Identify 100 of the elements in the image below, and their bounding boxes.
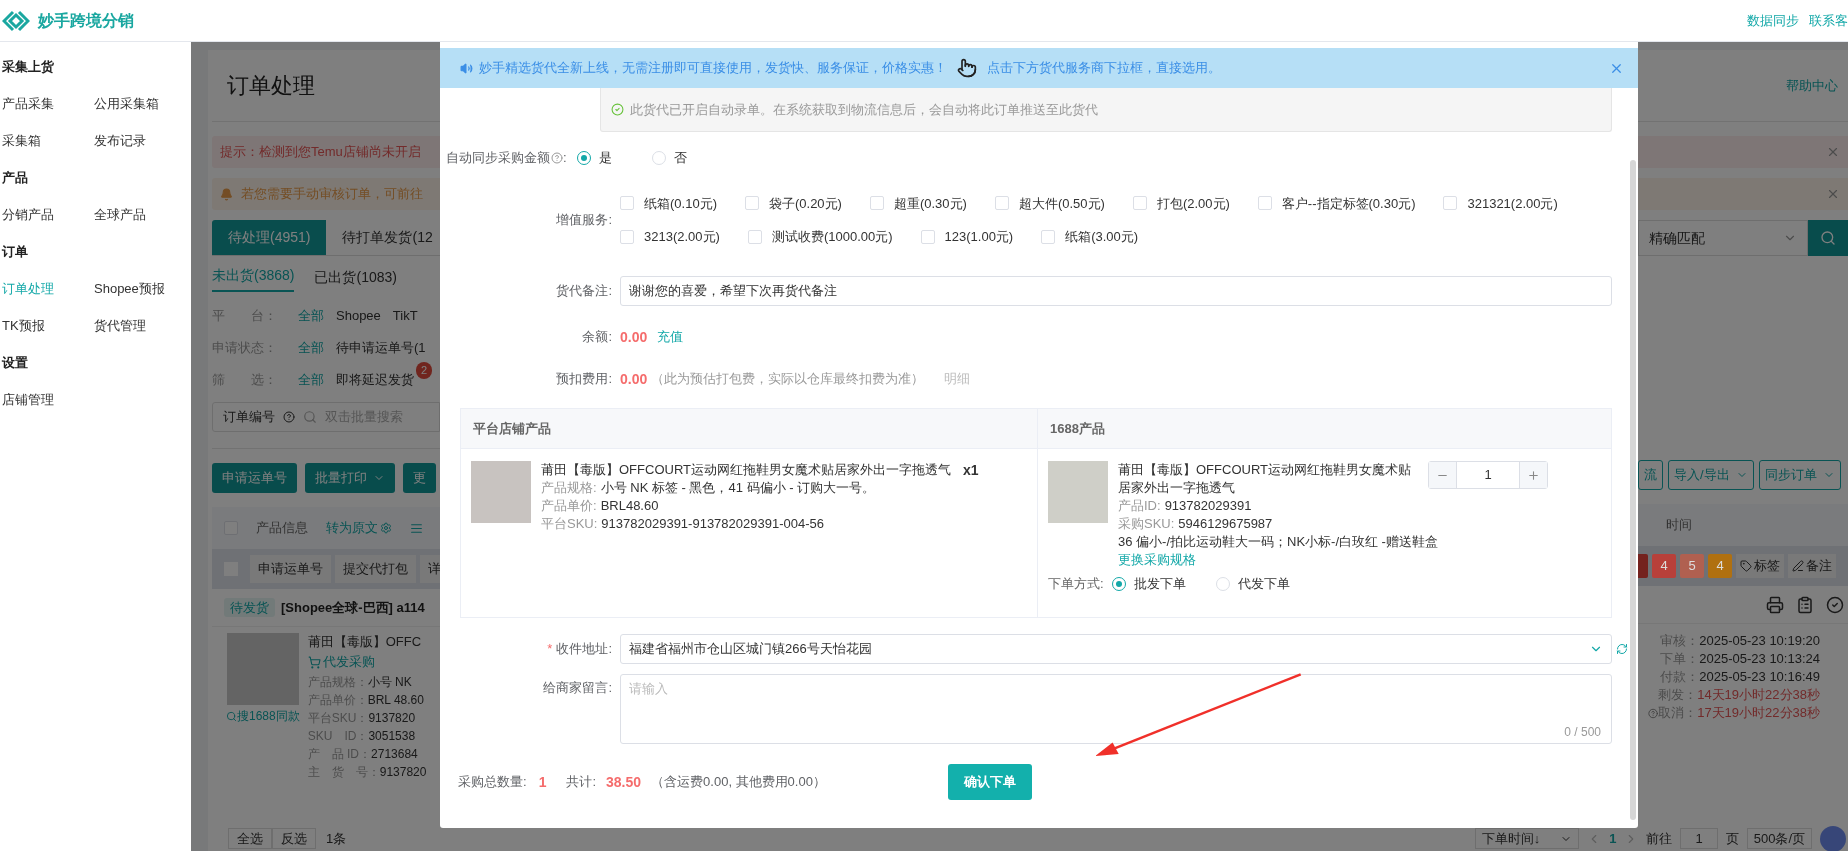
count-tag[interactable]: 5 bbox=[1680, 554, 1704, 578]
filter-option[interactable]: 即将延迟发货 bbox=[336, 372, 414, 388]
radio-label[interactable]: 是 bbox=[598, 148, 612, 168]
filter-option[interactable]: TikT bbox=[392, 308, 418, 324]
shipping-tab[interactable]: 已出货(1083) bbox=[314, 267, 397, 292]
sidebar-item[interactable]: TK预报 bbox=[2, 315, 45, 336]
sidebar-item[interactable]: 采集箱 bbox=[2, 130, 41, 151]
sidebar-item[interactable]: 分销产品 bbox=[2, 204, 54, 225]
page-input[interactable]: 1 bbox=[1680, 827, 1718, 850]
placeholder-text: 请输入 bbox=[629, 681, 668, 696]
filter-option[interactable]: 全部 bbox=[298, 308, 324, 324]
radio-label[interactable]: 否 bbox=[673, 148, 687, 168]
header-link[interactable]: 联系客 bbox=[1809, 10, 1848, 31]
page-size-select[interactable]: 500条/页 bbox=[1746, 827, 1812, 850]
checkbox[interactable] bbox=[620, 229, 634, 244]
quantity-stepper[interactable]: 1 bbox=[1428, 461, 1548, 489]
close-icon[interactable] bbox=[1826, 145, 1840, 159]
toolbar-button[interactable]: 更 bbox=[403, 463, 436, 493]
time-value: 2025-05-23 10:19:20 bbox=[1699, 632, 1820, 650]
checkbox[interactable] bbox=[1257, 196, 1272, 211]
chat-avatar-icon[interactable] bbox=[1820, 825, 1846, 851]
service-option[interactable]: 客户--指定标签(0.30元) bbox=[1281, 193, 1416, 213]
service-option[interactable]: 纸箱(0.10元) bbox=[644, 193, 717, 213]
change-spec-link[interactable]: 更换采购规格 bbox=[1118, 551, 1601, 569]
close-icon[interactable] bbox=[1826, 187, 1840, 201]
match-select[interactable]: 精确匹配 bbox=[1638, 220, 1808, 256]
service-option[interactable]: 超大件(0.50元) bbox=[1018, 193, 1105, 213]
tag-action-button[interactable]: 标签 bbox=[1736, 554, 1784, 578]
checkbox[interactable] bbox=[744, 196, 759, 211]
select-all-button[interactable]: 全选 bbox=[228, 827, 272, 850]
plus-icon[interactable] bbox=[1527, 468, 1540, 482]
field-label: 余额: bbox=[582, 329, 612, 345]
filter-option[interactable]: 全部 bbox=[298, 372, 324, 388]
sidebar-item[interactable]: 公用采集箱 bbox=[94, 93, 159, 114]
row-count: 1条 bbox=[326, 829, 347, 848]
batch-action-button[interactable]: 申请运单号 bbox=[250, 555, 331, 583]
order-title: [Shopee全球-巴西] a114 bbox=[281, 598, 425, 617]
status-tab[interactable]: 待处理(4951) bbox=[212, 220, 327, 255]
toolbar-button[interactable]: 申请运单号 bbox=[212, 463, 297, 493]
remark-input[interactable]: 谢谢您的喜爱，希望下次再货代备注 bbox=[620, 276, 1612, 306]
sidebar-item[interactable]: 全球产品 bbox=[94, 204, 146, 225]
sidebar-item[interactable]: 发布记录 bbox=[94, 130, 146, 151]
service-option[interactable]: 超重(0.30元) bbox=[893, 193, 967, 213]
detail-value: 小号 NK 标签 - 黑色，41 码偏小 - 订购大一号。 bbox=[600, 479, 876, 497]
sidebar-item[interactable]: Shopee预报 bbox=[94, 278, 165, 299]
sidebar-item[interactable]: 订单处理 bbox=[2, 278, 54, 299]
header-link[interactable]: 数据同步 bbox=[1747, 10, 1799, 31]
checkbox[interactable] bbox=[994, 196, 1009, 211]
scrollbar[interactable] bbox=[1630, 160, 1636, 820]
recharge-link[interactable]: 充值 bbox=[657, 327, 684, 347]
address-select[interactable]: 福建省福州市仓山区城门镇266号天怡花园 bbox=[620, 634, 1612, 664]
tag-action-button[interactable]: 备注 bbox=[1788, 554, 1836, 578]
toolbar-button[interactable]: 同步订单 bbox=[1758, 460, 1841, 490]
count-tag[interactable]: 4 bbox=[1708, 554, 1732, 578]
checkbox[interactable] bbox=[920, 229, 935, 244]
service-option[interactable]: 打包(2.00元) bbox=[1156, 193, 1230, 213]
count-tag[interactable]: 4 bbox=[1652, 554, 1676, 578]
summary-label: 采购总数量: bbox=[458, 773, 527, 792]
checkbox[interactable] bbox=[620, 196, 634, 211]
checkbox[interactable] bbox=[747, 229, 762, 244]
invert-selection-button[interactable]: 反选 bbox=[272, 827, 316, 850]
sidebar-item[interactable]: 产品采集 bbox=[2, 93, 54, 114]
printer-icon[interactable] bbox=[1766, 595, 1784, 614]
sidebar-item[interactable]: 店铺管理 bbox=[2, 389, 54, 410]
checkbox[interactable] bbox=[1443, 196, 1458, 211]
summary-label: 共计: bbox=[566, 773, 597, 792]
service-option[interactable]: 3213(2.00元) bbox=[644, 227, 720, 247]
service-option[interactable]: 纸箱(3.00元) bbox=[1065, 227, 1139, 247]
time-value: 2025-05-23 10:13:24 bbox=[1699, 650, 1820, 668]
filter-option[interactable]: 全部 bbox=[298, 340, 324, 356]
search-similar-link[interactable]: 搜1688同款 bbox=[226, 707, 300, 725]
bell-icon bbox=[220, 187, 233, 201]
service-option[interactable]: 321321(2.00元) bbox=[1467, 193, 1558, 213]
time-value: 17天19小时22分38秒 bbox=[1697, 704, 1820, 722]
checkbox[interactable] bbox=[869, 196, 884, 211]
radio-label[interactable]: 批发下单 bbox=[1133, 575, 1186, 593]
radio-label[interactable]: 代发下单 bbox=[1237, 575, 1290, 593]
field-label: 下单方式: bbox=[1048, 575, 1104, 593]
checkbox[interactable] bbox=[1041, 229, 1056, 244]
service-option[interactable]: 袋子(0.20元) bbox=[768, 193, 842, 213]
confirm-order-button[interactable]: 确认下单 bbox=[947, 764, 1032, 800]
search-button[interactable] bbox=[1808, 220, 1848, 256]
service-option[interactable]: 测试收费(1000.00元) bbox=[771, 227, 893, 247]
spec-text: 36 偏小-/拍比运动鞋大一码；NK小标-/白玫红 -赠送鞋盒 bbox=[1118, 533, 1439, 551]
sidebar-item[interactable]: 货代管理 bbox=[94, 315, 146, 336]
refresh-icon[interactable] bbox=[1616, 643, 1628, 655]
check-circle-icon[interactable] bbox=[1826, 595, 1844, 614]
sort-select[interactable]: 下单时间↓ bbox=[1474, 827, 1580, 850]
filter-option[interactable]: 待申请运单号(1 bbox=[336, 340, 426, 356]
clipboard-icon[interactable] bbox=[1796, 595, 1814, 614]
checkbox[interactable] bbox=[1132, 196, 1147, 211]
detail-label: 平台SKU: bbox=[541, 515, 598, 533]
batch-action-button[interactable]: 提交代打包 bbox=[335, 555, 416, 583]
balance-amount: 0.00 bbox=[620, 327, 648, 347]
service-option[interactable]: 123(1.00元) bbox=[944, 227, 1014, 247]
message-textarea[interactable]: 请输入 0 / 500 bbox=[620, 674, 1612, 744]
toolbar-button[interactable]: 批量打印 bbox=[305, 463, 395, 493]
help-icon bbox=[551, 152, 563, 164]
filter-option[interactable]: Shopee bbox=[336, 308, 381, 324]
detail-value: 2713684 bbox=[371, 746, 418, 763]
